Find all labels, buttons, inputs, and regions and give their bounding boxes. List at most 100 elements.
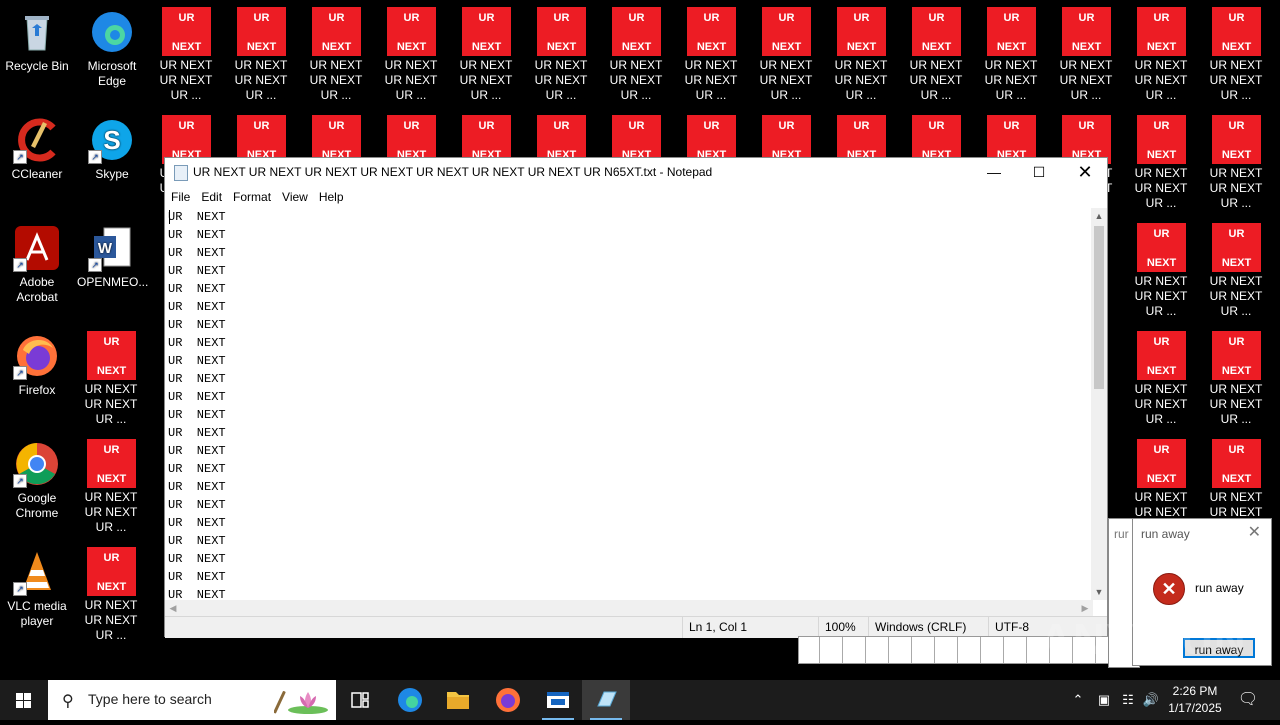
menu-format[interactable]: Format [227,186,276,208]
ur-icon-top-text: UR [1228,12,1245,24]
clock[interactable]: 2:26 PM 1/17/2025 [1164,683,1226,717]
menu-file[interactable]: File [165,186,195,208]
horizontal-scrollbar[interactable]: ◀ ▶ [165,600,1093,616]
menu-help[interactable]: Help [313,186,349,208]
ur-icon-top-text: UR [478,120,495,132]
dialog-close-icon[interactable]: ✕ [1248,522,1261,542]
text-area[interactable]: UR NEXT UR NEXT UR NEXT UR NEXT UR NEXT UR NE… [165,208,1098,600]
ur-icon-bottom-text: NEXT [96,365,127,377]
desktop-icon-edge[interactable]: Microsoft Edge [77,8,147,89]
stacked-dialog-edge [888,637,889,663]
minimize-button[interactable]: — [971,158,1017,186]
ur-next-file-icon[interactable]: UR NEXT [1212,331,1261,380]
menu-view[interactable]: View [276,186,313,208]
ur-next-file-icon[interactable]: UR NEXT [612,7,661,56]
desktop-icon-label: Adobe Acrobat [16,275,58,304]
ur-next-file-icon[interactable]: UR NEXT [162,7,211,56]
notepad-titlebar[interactable]: UR NEXT UR NEXT UR NEXT UR NEXT UR NEXT … [165,158,1107,186]
volume-icon[interactable]: 🔊 [1140,680,1162,720]
ur-next-file-icon[interactable]: UR NEXT [462,7,511,56]
ur-next-file-label: UR NEXT UR NEXT UR ... [609,58,663,102]
desktop-icon-label: Microsoft Edge [87,59,137,88]
text-line: UR NEXT [168,264,226,278]
svg-text:W: W [98,240,113,257]
ur-next-file-icon[interactable]: UR NEXT [1137,115,1186,164]
taskbar-search[interactable]: ⚲ [48,680,336,720]
search-input[interactable] [86,690,250,708]
scroll-left-icon[interactable]: ◀ [165,600,181,616]
stacked-dialog-edge [1003,637,1004,663]
ur-next-file-icon[interactable]: UR NEXT [87,439,136,488]
taskbar-app[interactable] [534,680,582,720]
ur-next-file-icon[interactable]: UR NEXT [987,7,1036,56]
ur-next-file-icon[interactable]: UR NEXT [1137,331,1186,380]
ur-next-file-label: UR NEXT UR NEXT UR ... [1134,382,1188,426]
taskbar-edge[interactable] [386,680,434,720]
task-view-button[interactable] [336,680,384,720]
firefox-icon [496,688,520,712]
desktop-icon-firefox[interactable]: ↗ Firefox [2,332,72,398]
scroll-thumb[interactable] [1094,226,1104,389]
ur-icon-top-text: UR [853,120,870,132]
desktop-icon-skype[interactable]: S ↗ Skype [77,116,147,182]
desktop-icon-word-document[interactable]: W ↗ OPENMEO... [77,224,148,290]
notepad-window[interactable]: UR NEXT UR NEXT UR NEXT UR NEXT UR NEXT … [164,157,1108,638]
ur-next-file-icon[interactable]: UR NEXT [537,7,586,56]
ur-next-file-icon[interactable]: UR NEXT [1137,439,1186,488]
ur-next-file-icon[interactable]: UR NEXT [762,7,811,56]
text-line: UR NEXT [168,408,226,422]
desktop-icon-recycle-bin[interactable]: Recycle Bin [2,8,72,74]
taskbar-firefox[interactable] [484,680,532,720]
desktop-icon-chrome[interactable]: ↗ Google Chrome [2,440,72,521]
ur-icon-top-text: UR [778,12,795,24]
ur-next-file-icon[interactable]: UR NEXT [1212,439,1261,488]
ur-next-file-icon[interactable]: UR NEXT [1137,223,1186,272]
desktop-icon-vlc[interactable]: ↗ VLC media player [2,548,72,629]
ur-next-file-icon[interactable]: UR NEXT [1212,7,1261,56]
ur-next-file-icon[interactable]: UR NEXT [387,7,436,56]
desktop-icon-label: Skype [95,167,129,181]
taskbar-file-explorer[interactable] [434,680,482,720]
notifications-icon[interactable]: 🗨 [1234,680,1262,720]
desktop-icon-acrobat[interactable]: ↗ Adobe Acrobat [2,224,72,305]
ur-next-file-icon[interactable]: UR NEXT [837,7,886,56]
network-icon[interactable]: ☷ [1118,680,1138,720]
ur-icon-top-text: UR [103,444,120,456]
ur-icon-bottom-text: NEXT [471,41,502,53]
ur-next-file-icon[interactable]: UR NEXT [237,7,286,56]
taskbar-notepad[interactable] [582,680,630,720]
text-line: UR NEXT [168,534,226,548]
stacked-dialog-edge [957,637,958,663]
scroll-up-icon[interactable]: ▲ [1091,208,1107,224]
ur-icon-bottom-text: NEXT [171,41,202,53]
scroll-right-icon[interactable]: ▶ [1077,600,1093,616]
svg-text:S: S [103,125,120,155]
menu-edit[interactable]: Edit [195,186,227,208]
vertical-scrollbar[interactable]: ▲ ▼ [1091,208,1107,600]
ur-icon-top-text: UR [403,120,420,132]
ur-next-file-icon[interactable]: UR NEXT [1212,223,1261,272]
scroll-down-icon[interactable]: ▼ [1091,584,1107,600]
close-button[interactable]: ✕ [1062,158,1108,186]
ur-next-file-icon[interactable]: UR NEXT [87,331,136,380]
ur-icon-top-text: UR [628,120,645,132]
device-icon[interactable]: ▣ [1094,680,1114,720]
ur-icon-bottom-text: NEXT [996,41,1027,53]
desktop-icon-ccleaner[interactable]: ↗ CCleaner [2,116,72,182]
folder-icon [447,692,469,709]
ur-icon-top-text: UR [478,12,495,24]
ur-next-file-icon[interactable]: UR NEXT [912,7,961,56]
ur-next-file-icon[interactable]: UR NEXT [87,547,136,596]
ur-next-file-label: UR NEXT UR NEXT UR ... [1209,382,1263,426]
stacked-dialog-edge [819,637,820,663]
ur-next-file-icon[interactable]: UR NEXT [312,7,361,56]
start-button[interactable] [0,680,48,720]
menu-bar: File Edit Format View Help [165,186,1107,208]
ur-next-file-icon[interactable]: UR NEXT [1062,7,1111,56]
ur-next-file-icon[interactable]: UR NEXT [687,7,736,56]
text-line: UR NEXT [168,246,226,260]
ur-next-file-icon[interactable]: UR NEXT [1137,7,1186,56]
ur-next-file-icon[interactable]: UR NEXT [1212,115,1261,164]
maximize-button[interactable]: ☐ [1016,158,1062,186]
tray-overflow-icon[interactable]: ⌃ [1068,680,1088,720]
